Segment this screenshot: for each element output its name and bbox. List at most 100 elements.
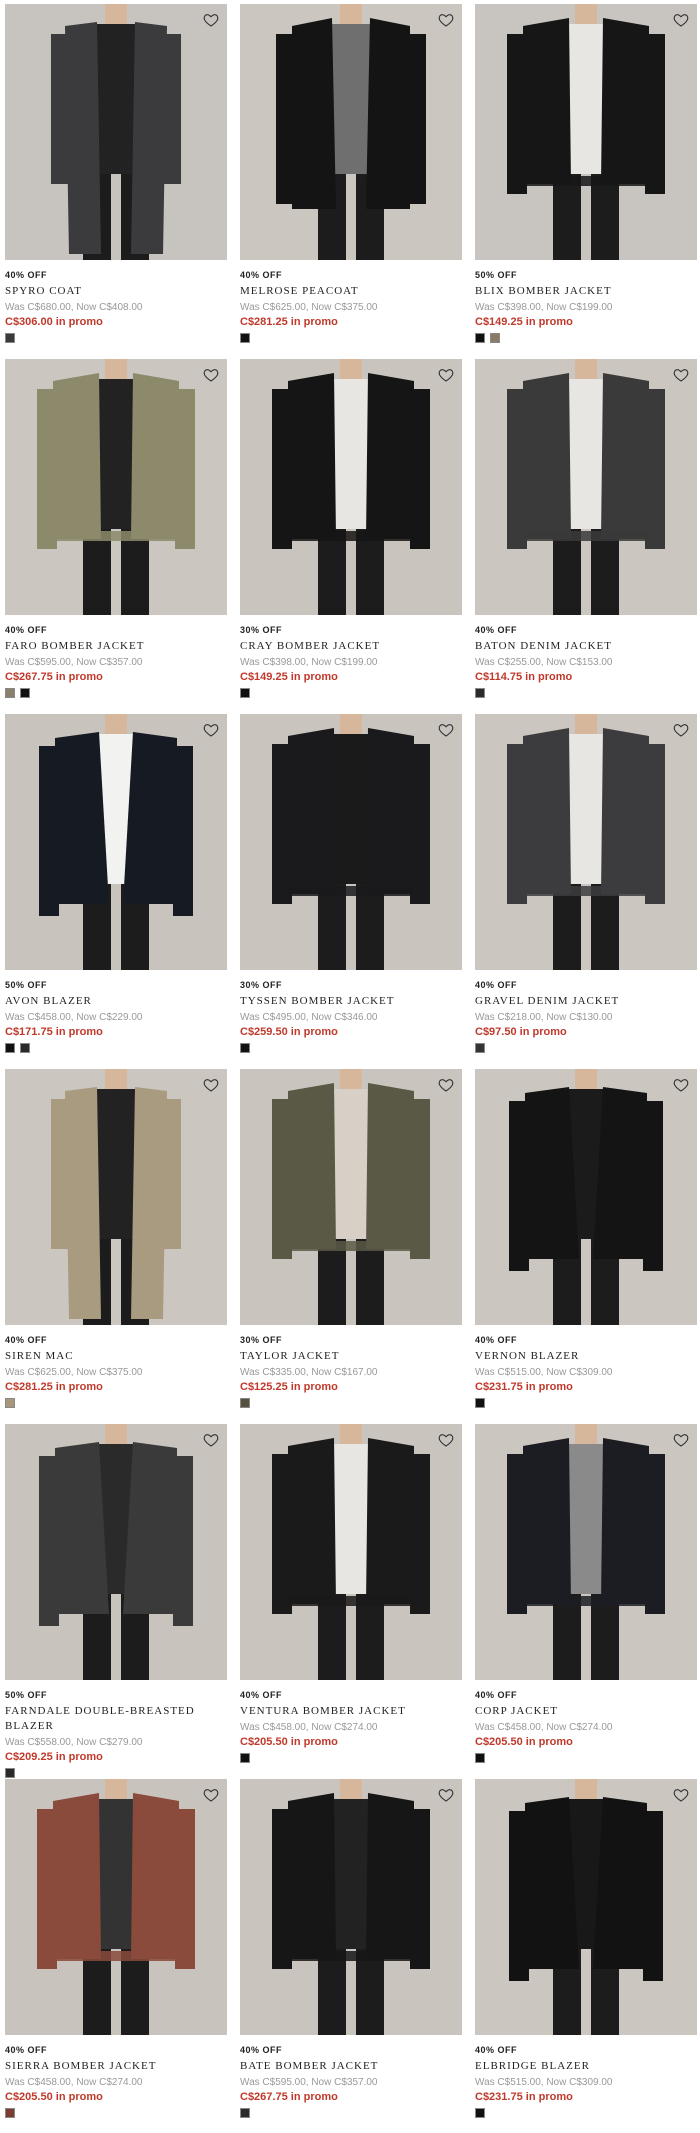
color-swatch[interactable] bbox=[5, 1398, 15, 1408]
discount-label: 40% OFF bbox=[5, 1335, 48, 1345]
product-card[interactable]: 40% OFF BATON DENIM JACKET Was C$255.00, N… bbox=[475, 355, 697, 710]
product-image[interactable] bbox=[5, 1069, 227, 1325]
color-swatch[interactable] bbox=[475, 1398, 485, 1408]
promo-price: C$97.50 in promo bbox=[475, 1026, 567, 1038]
heart-outline-icon[interactable] bbox=[203, 1077, 219, 1093]
product-image[interactable] bbox=[5, 359, 227, 615]
discount-label: 40% OFF bbox=[240, 1690, 283, 1700]
product-name-link[interactable]: SIERRA BOMBER JACKET bbox=[5, 2059, 227, 2074]
product-card[interactable]: 30% OFF CRAY BOMBER JACKET Was C$398.00, N… bbox=[240, 355, 462, 710]
product-card[interactable]: 30% OFF TAYLOR JACKET Was C$335.00, Now C$… bbox=[240, 1065, 462, 1420]
product-image[interactable] bbox=[475, 1069, 697, 1325]
product-name-link[interactable]: BLIX BOMBER JACKET bbox=[475, 284, 697, 299]
product-card[interactable]: 40% OFF CORP JACKET Was C$458.00, Now C$27… bbox=[475, 1420, 697, 1775]
product-card[interactable]: 40% OFF SPYRO COAT Was C$680.00, Now C$408… bbox=[5, 0, 227, 355]
product-image[interactable] bbox=[5, 1779, 227, 2035]
heart-outline-icon[interactable] bbox=[438, 722, 454, 738]
product-image[interactable] bbox=[5, 714, 227, 970]
color-swatch[interactable] bbox=[5, 333, 15, 343]
product-name-link[interactable]: FARNDALE DOUBLE-BREASTED BLAZER bbox=[5, 1704, 227, 1734]
heart-outline-icon[interactable] bbox=[438, 12, 454, 28]
product-card[interactable]: 40% OFF SIERRA BOMBER JACKET Was C$458.00,… bbox=[5, 1775, 227, 2130]
product-name-link[interactable]: BATON DENIM JACKET bbox=[475, 639, 697, 654]
heart-outline-icon[interactable] bbox=[203, 367, 219, 383]
color-swatch[interactable] bbox=[475, 333, 485, 343]
product-name-link[interactable]: VENTURA BOMBER JACKET bbox=[240, 1704, 462, 1719]
was-now-price: Was C$625.00, Now C$375.00 bbox=[240, 302, 378, 313]
heart-outline-icon[interactable] bbox=[438, 1432, 454, 1448]
product-card[interactable]: 40% OFF MELROSE PEACOAT Was C$625.00, Now … bbox=[240, 0, 462, 355]
heart-outline-icon[interactable] bbox=[673, 1077, 689, 1093]
color-swatch[interactable] bbox=[20, 1043, 30, 1053]
color-swatch[interactable] bbox=[475, 1753, 485, 1763]
product-image[interactable] bbox=[240, 1779, 462, 2035]
was-now-price: Was C$558.00, Now C$279.00 bbox=[5, 1737, 143, 1748]
product-card[interactable]: 40% OFF GRAVEL DENIM JACKET Was C$218.00, … bbox=[475, 710, 697, 1065]
product-card[interactable]: 40% OFF ELBRIDGE BLAZER Was C$515.00, Now … bbox=[475, 1775, 697, 2130]
product-card[interactable]: 50% OFF BLIX BOMBER JACKET Was C$398.00, N… bbox=[475, 0, 697, 355]
color-swatch[interactable] bbox=[475, 1043, 485, 1053]
color-swatch[interactable] bbox=[240, 1043, 250, 1053]
heart-outline-icon[interactable] bbox=[203, 1787, 219, 1803]
product-card[interactable]: 50% OFF AVON BLAZER Was C$458.00, Now C$22… bbox=[5, 710, 227, 1065]
product-name-link[interactable]: BATE BOMBER JACKET bbox=[240, 2059, 462, 2074]
color-swatch[interactable] bbox=[5, 1043, 15, 1053]
color-swatch[interactable] bbox=[490, 333, 500, 343]
product-image[interactable] bbox=[240, 4, 462, 260]
product-card[interactable]: 40% OFF SIREN MAC Was C$625.00, Now C$375.… bbox=[5, 1065, 227, 1420]
color-swatch[interactable] bbox=[475, 688, 485, 698]
color-swatch[interactable] bbox=[5, 688, 15, 698]
color-swatch[interactable] bbox=[240, 2108, 250, 2118]
heart-outline-icon[interactable] bbox=[673, 1432, 689, 1448]
product-image[interactable] bbox=[240, 359, 462, 615]
product-image[interactable] bbox=[475, 1779, 697, 2035]
color-swatch[interactable] bbox=[240, 1753, 250, 1763]
product-name-link[interactable]: SIREN MAC bbox=[5, 1349, 227, 1364]
heart-outline-icon[interactable] bbox=[203, 1432, 219, 1448]
product-image[interactable] bbox=[5, 1424, 227, 1680]
product-card[interactable]: 40% OFF VENTURA BOMBER JACKET Was C$458.00… bbox=[240, 1420, 462, 1775]
product-name-link[interactable]: CORP JACKET bbox=[475, 1704, 697, 1719]
product-name-link[interactable]: GRAVEL DENIM JACKET bbox=[475, 994, 697, 1009]
product-card[interactable]: 30% OFF TYSSEN BOMBER JACKET Was C$495.00,… bbox=[240, 710, 462, 1065]
product-name-link[interactable]: CRAY BOMBER JACKET bbox=[240, 639, 462, 654]
heart-outline-icon[interactable] bbox=[203, 12, 219, 28]
product-name-link[interactable]: ELBRIDGE BLAZER bbox=[475, 2059, 697, 2074]
product-name-link[interactable]: MELROSE PEACOAT bbox=[240, 284, 462, 299]
product-image[interactable] bbox=[475, 359, 697, 615]
product-image[interactable] bbox=[240, 714, 462, 970]
discount-label: 40% OFF bbox=[240, 270, 283, 280]
color-swatches bbox=[475, 688, 697, 698]
product-image[interactable] bbox=[475, 4, 697, 260]
color-swatch[interactable] bbox=[475, 2108, 485, 2118]
product-name-link[interactable]: TYSSEN BOMBER JACKET bbox=[240, 994, 462, 1009]
product-image[interactable] bbox=[240, 1069, 462, 1325]
product-image[interactable] bbox=[240, 1424, 462, 1680]
product-name-link[interactable]: FARO BOMBER JACKET bbox=[5, 639, 227, 654]
product-name-link[interactable]: SPYRO COAT bbox=[5, 284, 227, 299]
heart-outline-icon[interactable] bbox=[673, 722, 689, 738]
color-swatch[interactable] bbox=[5, 2108, 15, 2118]
heart-outline-icon[interactable] bbox=[438, 1077, 454, 1093]
heart-outline-icon[interactable] bbox=[438, 367, 454, 383]
product-image[interactable] bbox=[5, 4, 227, 260]
promo-price: C$259.50 in promo bbox=[240, 1026, 338, 1038]
product-name-link[interactable]: AVON BLAZER bbox=[5, 994, 227, 1009]
color-swatch[interactable] bbox=[240, 688, 250, 698]
color-swatch[interactable] bbox=[240, 1398, 250, 1408]
product-card[interactable]: 50% OFF FARNDALE DOUBLE-BREASTED BLAZER Wa… bbox=[5, 1420, 227, 1778]
product-image[interactable] bbox=[475, 1424, 697, 1680]
product-card[interactable]: 40% OFF FARO BOMBER JACKET Was C$595.00, N… bbox=[5, 355, 227, 710]
color-swatch[interactable] bbox=[20, 688, 30, 698]
heart-outline-icon[interactable] bbox=[673, 367, 689, 383]
heart-outline-icon[interactable] bbox=[673, 1787, 689, 1803]
product-card[interactable]: 40% OFF BATE BOMBER JACKET Was C$595.00, N… bbox=[240, 1775, 462, 2130]
heart-outline-icon[interactable] bbox=[673, 12, 689, 28]
color-swatch[interactable] bbox=[240, 333, 250, 343]
heart-outline-icon[interactable] bbox=[438, 1787, 454, 1803]
product-name-link[interactable]: TAYLOR JACKET bbox=[240, 1349, 462, 1364]
heart-outline-icon[interactable] bbox=[203, 722, 219, 738]
product-card[interactable]: 40% OFF VERNON BLAZER Was C$515.00, Now C$… bbox=[475, 1065, 697, 1420]
product-name-link[interactable]: VERNON BLAZER bbox=[475, 1349, 697, 1364]
product-image[interactable] bbox=[475, 714, 697, 970]
